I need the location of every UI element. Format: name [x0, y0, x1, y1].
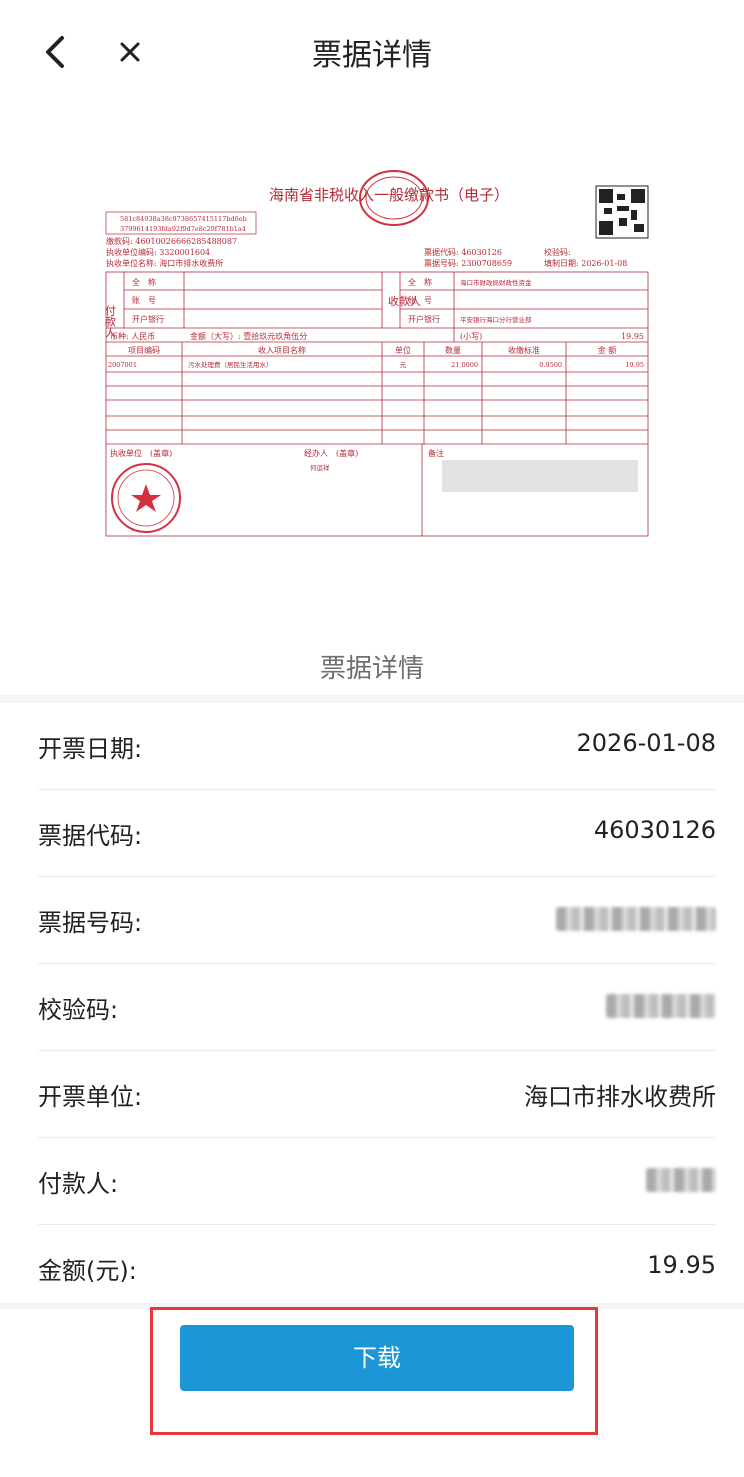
- detail-label: 金额(元):: [38, 1257, 137, 1285]
- blurred-value: [556, 907, 716, 931]
- item-amt: 19.95: [625, 361, 644, 369]
- detail-row-bill-code: 票据代码: 46030126: [38, 790, 716, 877]
- item-code: 2007001: [108, 361, 137, 369]
- detail-list: 开票日期: 2026-01-08 票据代码: 46030126 票据号码: 校验…: [0, 703, 744, 1311]
- item-qty: 21.0000: [451, 361, 478, 369]
- detail-label: 开票单位:: [38, 1083, 143, 1111]
- detail-label: 付款人:: [38, 1170, 119, 1198]
- top-bar: 票据详情: [0, 0, 744, 100]
- section-label: 票据详情: [319, 654, 424, 684]
- unit-code: 执收单位编码: 3320001604: [106, 247, 210, 257]
- col-amt: 金 额: [598, 345, 617, 355]
- detail-value: 46030126: [593, 816, 716, 844]
- divider: [0, 695, 744, 703]
- detail-value: 19.95: [647, 1251, 716, 1279]
- amount-upper: 金额（大写）: 壹拾玖元玖角伍分: [190, 331, 307, 341]
- amount-small: 19.95: [621, 332, 644, 341]
- qr-code-icon: [595, 185, 649, 239]
- item-std: 0.9500: [539, 361, 562, 369]
- invoice-image[interactable]: 海南省非税收入一般缴款书（电子） 581c84938a38c9738657415…: [104, 160, 650, 538]
- detail-row-amount: 金额(元): 19.95: [38, 1225, 716, 1311]
- detail-value: 2026-01-08: [576, 729, 716, 757]
- detail-label: 票据号码:: [38, 909, 143, 937]
- detail-row-issue-date: 开票日期: 2026-01-08: [38, 703, 716, 790]
- item-name: 污水处理费（居民生活用水）: [188, 360, 273, 369]
- payee-full-name: 全 称: [408, 277, 432, 287]
- unit-name: 执收单位名称: 海口市排水收费所: [106, 258, 223, 268]
- detail-row-payer: 付款人:: [38, 1138, 716, 1225]
- bottom-seal-icon: [111, 463, 181, 533]
- handler-name: 何运祥: [310, 463, 330, 472]
- payment-code: 缴款码: 460100266662854880​87: [106, 236, 237, 246]
- seal-unit: 执收单位 (盖章): [110, 448, 172, 458]
- issue-date: 填制日期: 2026-01-08: [544, 258, 627, 268]
- item-unit: 元: [400, 361, 407, 369]
- detail-row-check-code: 校验码:: [38, 964, 716, 1051]
- download-button[interactable]: 下载: [180, 1325, 574, 1391]
- page-title: 票据详情: [312, 38, 432, 73]
- detail-row-issuer: 开票单位: 海口市排水收费所: [38, 1051, 716, 1138]
- detail-value: 海口市排水收费所: [524, 1083, 716, 1111]
- payer-full-name: 全 称: [132, 277, 156, 287]
- remark-blurred: [442, 460, 638, 492]
- currency: 币种: 人民币: [110, 331, 155, 341]
- payee-account: 账 号: [408, 296, 432, 305]
- col-std: 收缴标准: [508, 345, 540, 355]
- invoice-title: 海南省非税收入一般缴款书（电子）: [269, 186, 509, 204]
- blurred-value: [606, 994, 716, 1018]
- col-unit: 单位: [395, 345, 411, 355]
- check-line-2: 3799614193fda92f9d7e8c29f781b1a4: [120, 225, 246, 233]
- bill-no: 票据号码: 2300708659: [424, 258, 512, 268]
- check-line-1: 581c84938a38c9738657415117bd6eb: [120, 215, 247, 223]
- bill-code: 票据代码: 46030126: [424, 247, 502, 257]
- col-code: 项目编码: [128, 345, 160, 355]
- amount-small-label: (小写): [460, 332, 482, 341]
- payer-bank: 开户银行: [132, 314, 164, 324]
- detail-label: 校验码:: [38, 996, 119, 1024]
- payer-account: 账 号: [132, 296, 156, 305]
- payee-bank-value: 平安银行海口分行营业部: [460, 315, 532, 324]
- handler-label: 经办人 (盖章): [304, 448, 358, 458]
- check-code-label: 校验码:: [544, 247, 571, 257]
- payee-name: 海口市财政局财政性资金: [460, 278, 532, 287]
- remark-label: 备注: [428, 448, 444, 458]
- detail-row-bill-no: 票据号码:: [38, 877, 716, 964]
- blurred-value: [646, 1168, 716, 1192]
- detail-label: 开票日期:: [38, 735, 143, 763]
- detail-label: 票据代码:: [38, 822, 143, 850]
- payee-bank: 开户银行: [408, 314, 440, 324]
- col-name: 收入项目名称: [258, 345, 306, 355]
- col-qty: 数量: [445, 345, 461, 355]
